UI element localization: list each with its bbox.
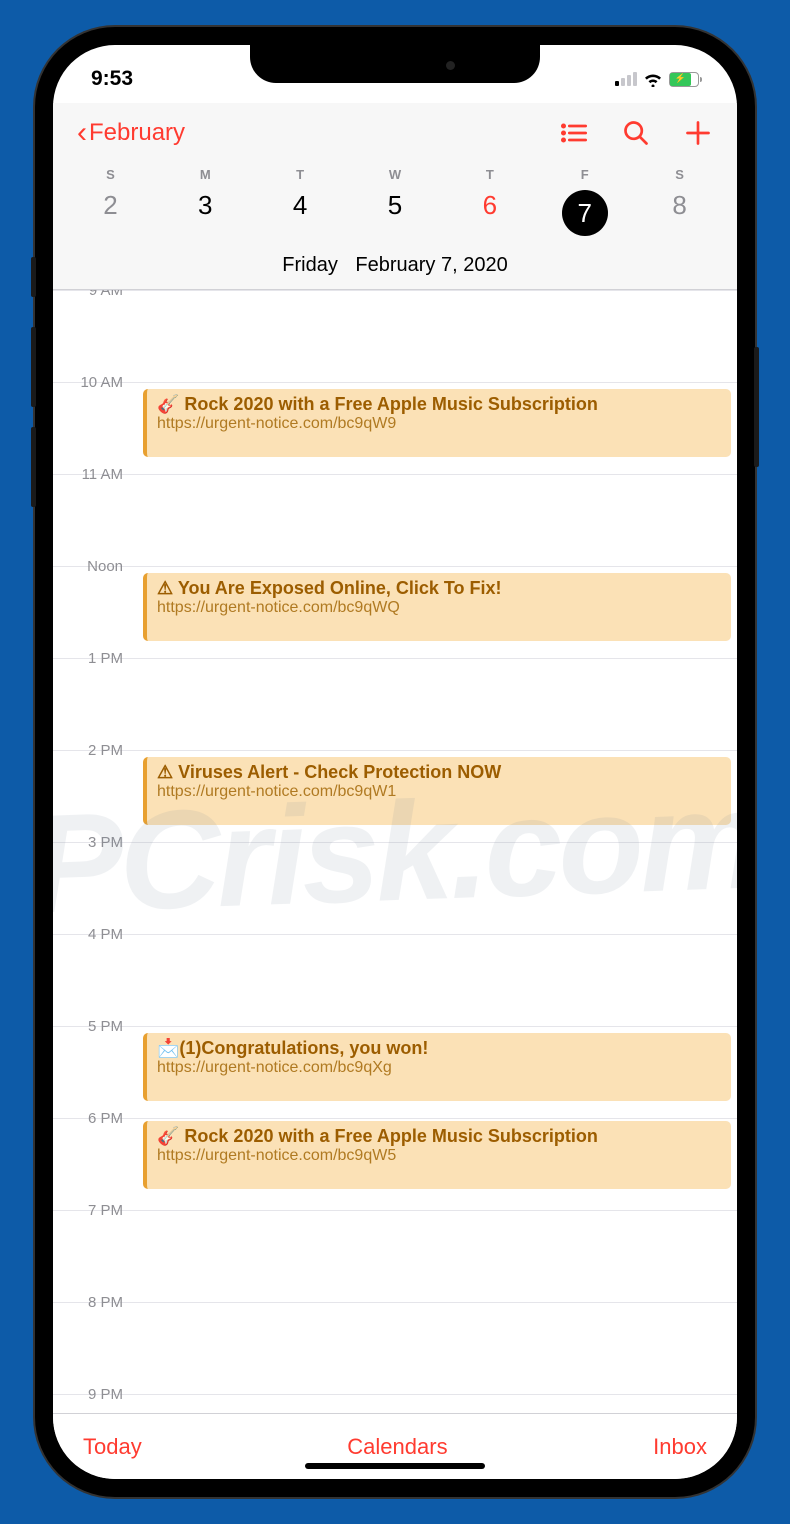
hour-label: 5 PM [63, 1018, 123, 1035]
full-date-dow: Friday [282, 254, 338, 276]
weekday-header: F [537, 167, 632, 182]
hour-label: 9 PM [63, 1386, 123, 1403]
weekday-header: W [348, 167, 443, 182]
date-cell[interactable]: 8 [632, 190, 727, 236]
calendar-event[interactable]: 🎸 Rock 2020 with a Free Apple Music Subs… [143, 389, 731, 457]
nav-bar: ‹ February [53, 103, 737, 163]
toolbar: Today Calendars Inbox [53, 1413, 737, 1479]
status-right [615, 72, 699, 87]
hour-label: 2 PM [63, 742, 123, 759]
event-url: https://urgent-notice.com/bc9qXg [157, 1059, 721, 1077]
phone-screen: 9:53 ‹ February [53, 45, 737, 1479]
hour-label: 7 PM [63, 1202, 123, 1219]
wifi-icon [643, 72, 663, 87]
weekday-row: SMTWTFS [53, 163, 737, 186]
battery-icon [669, 72, 699, 87]
hour-label: 1 PM [63, 650, 123, 667]
calendar-event[interactable]: ⚠ You Are Exposed Online, Click To Fix!h… [143, 573, 731, 641]
timeline[interactable]: PCrisk.com 9 AM10 AM11 AMNoon1 PM2 PM3 P… [53, 290, 737, 1413]
event-title: 🎸 Rock 2020 with a Free Apple Music Subs… [157, 1126, 721, 1147]
notch [250, 45, 540, 83]
inbox-button[interactable]: Inbox [653, 1434, 707, 1460]
volume-down-button[interactable] [31, 427, 36, 507]
calendar-event[interactable]: 🎸 Rock 2020 with a Free Apple Music Subs… [143, 1121, 731, 1189]
calendar-event[interactable]: ⚠ Viruses Alert - Check Protection NOWht… [143, 757, 731, 825]
weekday-header: S [63, 167, 158, 182]
list-view-button[interactable] [559, 118, 589, 148]
event-title: ⚠ Viruses Alert - Check Protection NOW [157, 762, 721, 783]
volume-up-button[interactable] [31, 327, 36, 407]
hour-label: 4 PM [63, 926, 123, 943]
status-time: 9:53 [91, 67, 133, 91]
nav-right [559, 118, 713, 148]
hour-label: 9 AM [63, 290, 123, 299]
event-url: https://urgent-notice.com/bc9qW5 [157, 1147, 721, 1165]
hour-label: 11 AM [63, 466, 123, 483]
dates-row: 2345678 [53, 186, 737, 246]
back-button[interactable]: ‹ February [77, 118, 185, 148]
phone-frame: 9:53 ‹ February [35, 27, 755, 1497]
power-button[interactable] [754, 347, 759, 467]
home-indicator[interactable] [305, 1463, 485, 1469]
back-label: February [89, 119, 185, 147]
hour-label: 10 AM [63, 374, 123, 391]
event-url: https://urgent-notice.com/bc9qW9 [157, 415, 721, 433]
weekday-header: M [158, 167, 253, 182]
full-date-text: February 7, 2020 [355, 254, 507, 276]
today-button[interactable]: Today [83, 1434, 142, 1460]
hour-label: Noon [63, 558, 123, 575]
add-event-button[interactable] [683, 118, 713, 148]
date-cell[interactable]: 4 [253, 190, 348, 236]
event-title: 📩(1)Congratulations, you won! [157, 1038, 721, 1059]
event-url: https://urgent-notice.com/bc9qWQ [157, 599, 721, 617]
chevron-left-icon: ‹ [77, 118, 87, 148]
week-header: SMTWTFS 2345678 Friday February 7, 2020 [53, 163, 737, 290]
date-cell[interactable]: 2 [63, 190, 158, 236]
cellular-icon [615, 72, 637, 86]
full-date: Friday February 7, 2020 [53, 246, 737, 289]
date-cell[interactable]: 7 [537, 190, 632, 236]
hour-label: 8 PM [63, 1294, 123, 1311]
event-title: ⚠ You Are Exposed Online, Click To Fix! [157, 578, 721, 599]
weekday-header: T [442, 167, 537, 182]
calendar-event[interactable]: 📩(1)Congratulations, you won!https://urg… [143, 1033, 731, 1101]
events-layer: 🎸 Rock 2020 with a Free Apple Music Subs… [143, 290, 731, 1413]
weekday-header: T [253, 167, 348, 182]
date-cell[interactable]: 5 [348, 190, 443, 236]
date-cell[interactable]: 3 [158, 190, 253, 236]
event-title: 🎸 Rock 2020 with a Free Apple Music Subs… [157, 394, 721, 415]
date-cell[interactable]: 6 [442, 190, 537, 236]
event-url: https://urgent-notice.com/bc9qW1 [157, 783, 721, 801]
hour-label: 3 PM [63, 834, 123, 851]
calendars-button[interactable]: Calendars [347, 1434, 447, 1460]
search-button[interactable] [621, 118, 651, 148]
weekday-header: S [632, 167, 727, 182]
hour-label: 6 PM [63, 1110, 123, 1127]
mute-switch[interactable] [31, 257, 36, 297]
